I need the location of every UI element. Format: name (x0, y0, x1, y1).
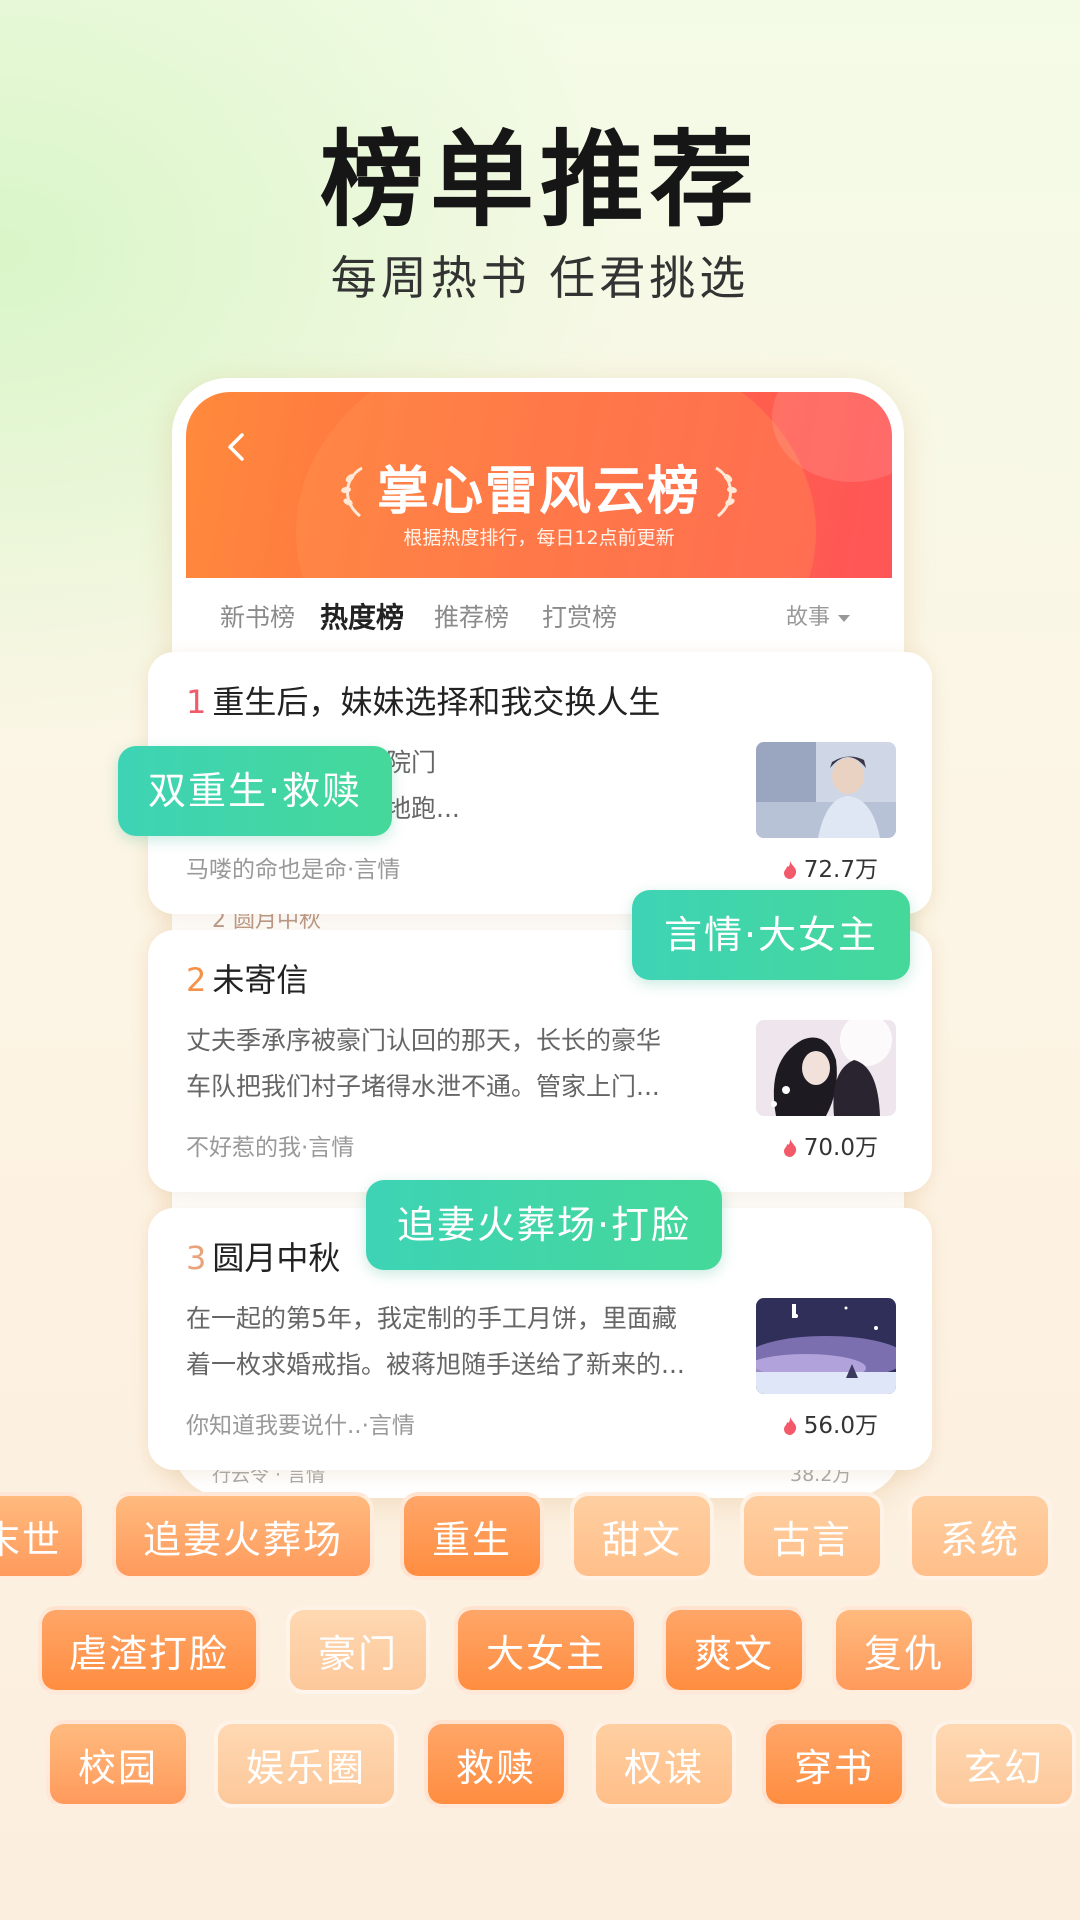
tag-chip[interactable]: 复仇 (832, 1606, 976, 1694)
rank-number: 3 (186, 1239, 207, 1277)
rank-number: 1 (186, 683, 207, 721)
book-description: 在一起的第5年，我定制的手工月饼，里面藏 着一枚求婚戒指。被蒋旭随手送给了新来的… (186, 1304, 685, 1379)
tag-chip[interactable]: 重生 (400, 1492, 544, 1580)
flame-icon (783, 861, 796, 879)
page-subtitle: 每周热书 任君挑选 (330, 251, 750, 305)
tag-chip[interactable]: 救赎 (424, 1720, 568, 1808)
ranking-tabs: 新书榜 热度榜 推荐榜 打赏榜 故事 (186, 596, 892, 646)
genre-label: 故事 (785, 605, 830, 630)
tab-rewards[interactable]: 打赏榜 (542, 596, 617, 640)
book-cover-image (756, 1298, 896, 1394)
page-title: 榜单推荐 (319, 119, 760, 241)
book-heat: 72.7万 (782, 852, 878, 888)
book-cover-image (756, 1020, 896, 1116)
book-cover-image (756, 742, 896, 838)
tag-chip[interactable]: 玄幻 (932, 1720, 1076, 1808)
book-heat: 70.0万 (782, 1130, 878, 1166)
tag-chip[interactable]: 虐渣打脸 (38, 1606, 260, 1694)
tag-chip[interactable]: 权谋 (592, 1720, 736, 1808)
tag-chip[interactable]: 爽文 (662, 1606, 806, 1694)
laurel-right-icon (715, 466, 737, 518)
book-author-genre: 马喽的命也是命·言情 (186, 857, 401, 883)
book-title: 3 圆月中秋 (186, 1239, 341, 1277)
tag-chip[interactable]: 大女主 (454, 1606, 638, 1694)
tag-chip[interactable]: 校园 (46, 1720, 190, 1808)
tab-recommended[interactable]: 推荐榜 (434, 596, 509, 640)
tag-badge-2: 言情·大女主 (632, 890, 910, 980)
tag-badge-1: 双重生·救赎 (118, 746, 392, 836)
tag-chip[interactable]: 娱乐圈 (214, 1720, 398, 1808)
rank-number: 2 (186, 961, 207, 999)
chevron-down-icon (838, 614, 850, 622)
tag-chip[interactable]: 系统 (908, 1492, 1052, 1580)
tab-popularity[interactable]: 热度榜 (320, 596, 404, 640)
genre-dropdown[interactable]: 故事 (786, 596, 850, 640)
book-heat: 56.0万 (782, 1408, 878, 1444)
tag-chip[interactable]: 末世 (0, 1492, 86, 1580)
tag-chip[interactable]: 豪门 (286, 1606, 430, 1694)
tab-new-books[interactable]: 新书榜 (220, 596, 295, 640)
tag-chip[interactable]: 甜文 (570, 1492, 714, 1580)
book-author-genre: 不好惹的我·言情 (186, 1135, 355, 1161)
book-title: 2 未寄信 (186, 961, 309, 999)
book-title: 1 重生后，妹妹选择和我交换人生 (186, 683, 661, 721)
flame-icon (783, 1417, 796, 1435)
book-description: 丈夫季承序被豪门认回的那天，长长的豪华 车队把我们村子堵得水泄不通。管家上门..… (186, 1026, 662, 1101)
tag-chip[interactable]: 追妻火葬场 (112, 1492, 374, 1580)
tag-badge-3: 追妻火葬场·打脸 (366, 1180, 722, 1270)
flame-icon (783, 1139, 796, 1157)
ranking-banner: 掌心雷风云榜 根据热度排行，每日12点前更新 (186, 392, 892, 578)
banner-subtitle: 根据热度排行，每日12点前更新 (403, 527, 675, 549)
tag-chip[interactable]: 古言 (740, 1492, 884, 1580)
tag-chip[interactable]: 穿书 (762, 1720, 906, 1808)
back-arrow-icon[interactable] (222, 432, 252, 462)
banner-title: 掌心雷风云榜 (376, 462, 701, 522)
book-author-genre: 你知道我要说什..·言情 (186, 1413, 415, 1439)
